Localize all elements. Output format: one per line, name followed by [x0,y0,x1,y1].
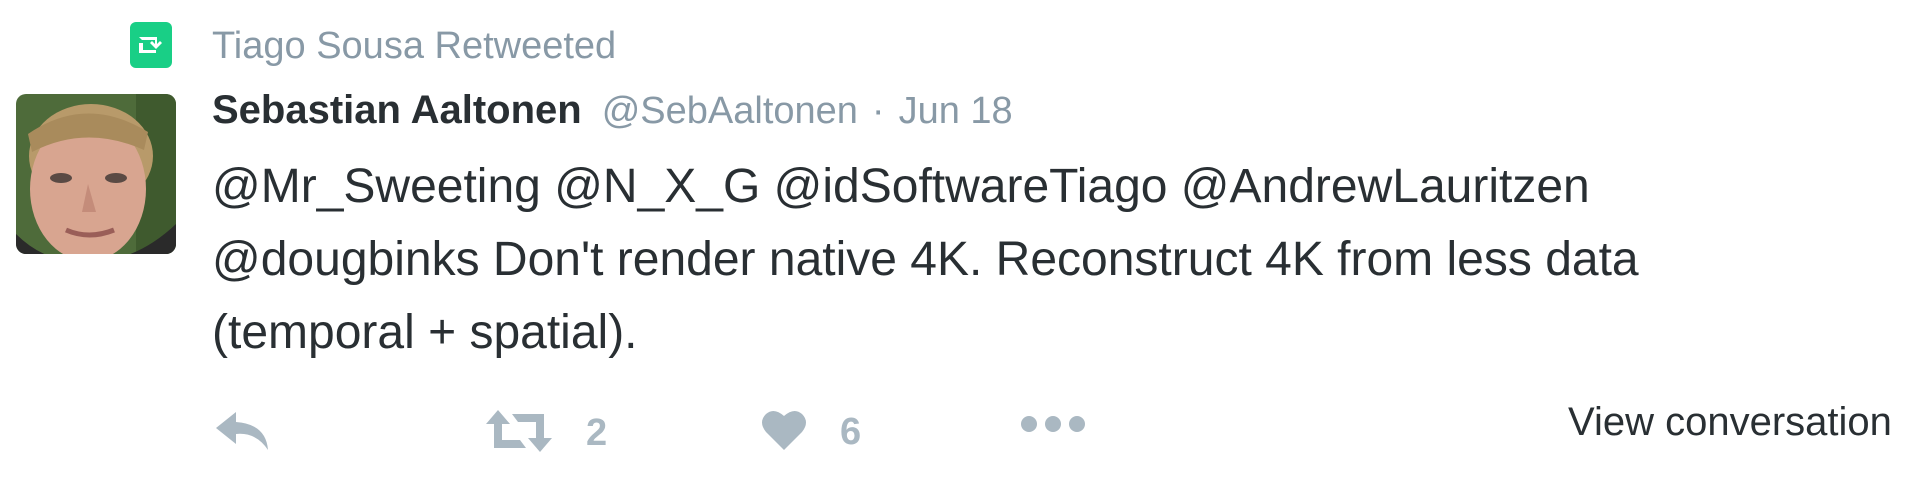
view-conversation-link[interactable]: View conversation [1568,396,1892,448]
header-separator: · [871,90,885,132]
reply-icon [214,408,272,459]
tweet[interactable]: Tiago Sousa Retweeted Sebastian Aaltonen… [0,0,1920,489]
retweet-icon [484,408,554,459]
like-count: 6 [840,411,862,453]
tweet-text-line: @Mr_Sweeting @N_X_G @idSoftwareTiago @An… [212,160,1590,213]
tweet-text-line: @dougbinks Don't render native 4K. Recon… [212,233,1639,286]
more-button[interactable] [1020,414,1086,439]
author-fullname[interactable]: Sebastian Aaltonen [212,88,582,133]
reply-button[interactable] [214,408,272,459]
tweet-header: Sebastian Aaltonen @SebAaltonen · Jun 18 [212,88,1013,140]
retweet-count: 2 [586,412,608,454]
tweet-text: @Mr_Sweeting @N_X_G @idSoftwareTiago @An… [212,150,1852,369]
heart-icon [760,408,808,457]
avatar[interactable] [16,94,176,254]
more-dots-icon [1020,414,1086,439]
tweet-timestamp[interactable]: Jun 18 [899,90,1013,133]
retweet-button[interactable]: 2 [484,408,607,459]
retweet-context-label[interactable]: Tiago Sousa Retweeted [212,20,616,72]
author-username[interactable]: @SebAaltonen [602,90,858,133]
tweet-text-line: (temporal + spatial). [212,306,638,359]
retweet-context-icon [130,22,172,68]
like-button[interactable]: 6 [760,408,861,457]
